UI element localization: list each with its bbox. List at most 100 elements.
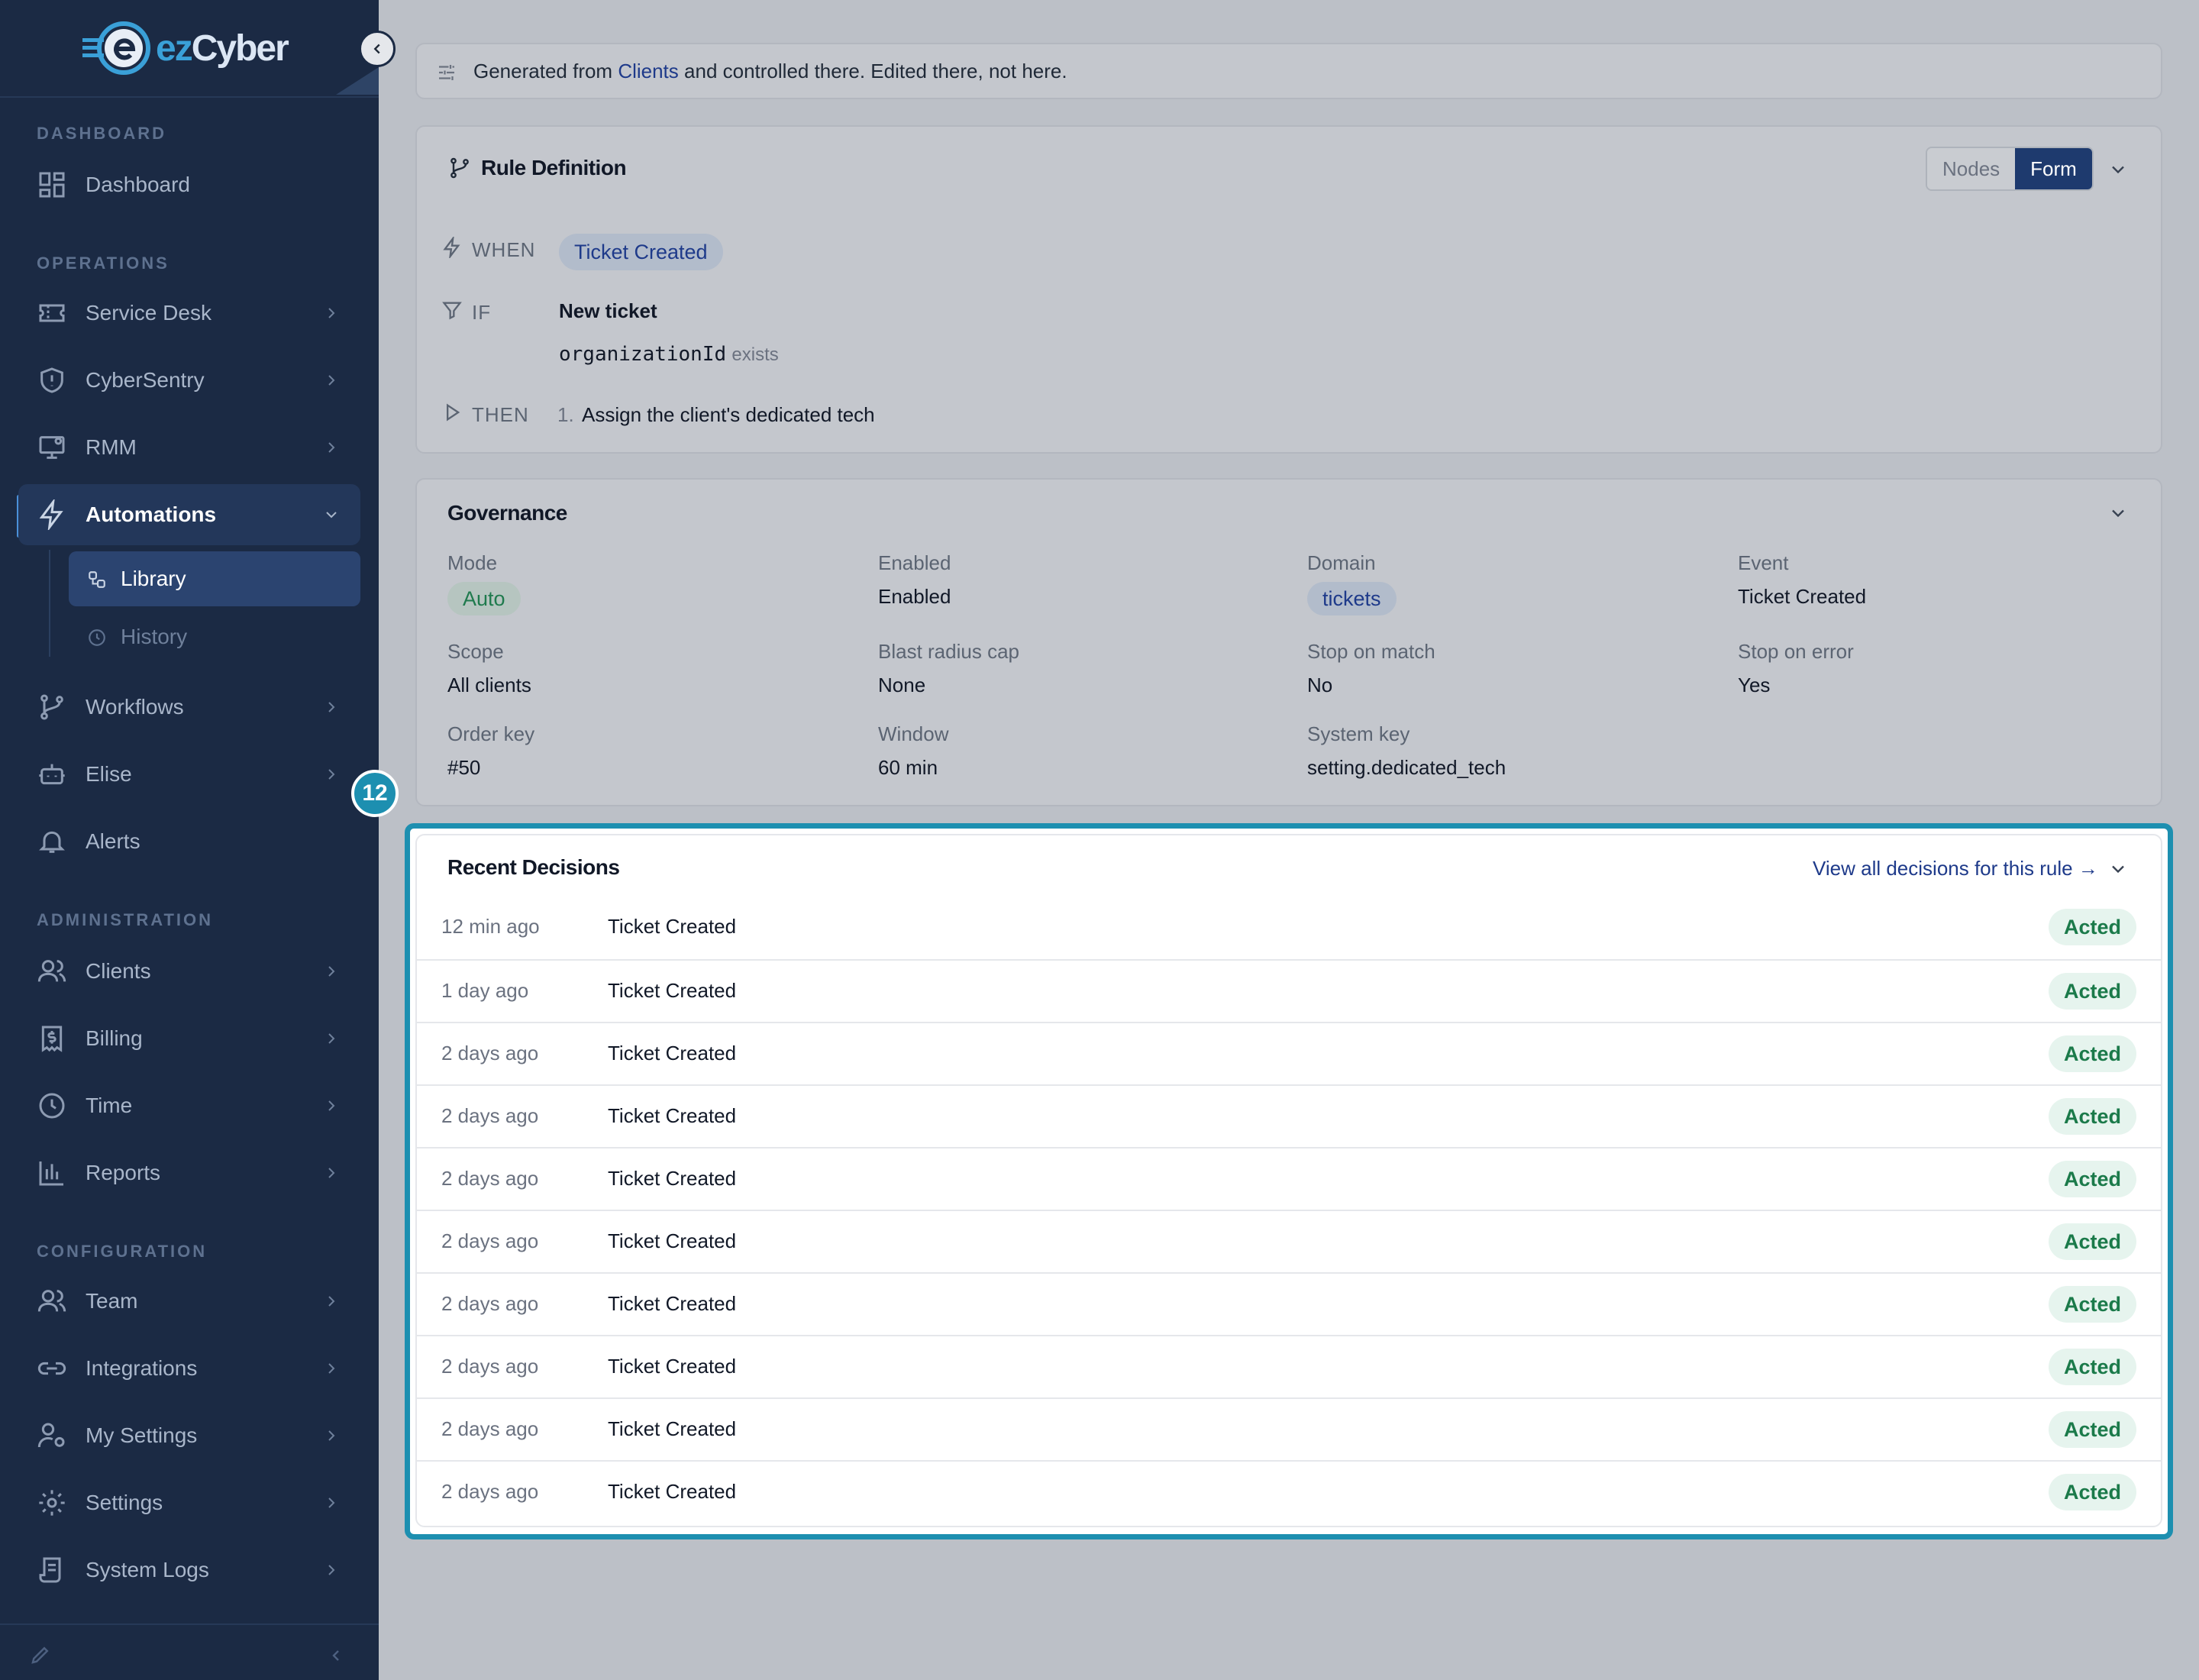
sidebar-item-billing[interactable]: Billing [18, 1008, 360, 1069]
sidebar-item-settings[interactable]: Settings [18, 1472, 360, 1533]
status-badge: Acted [2048, 1411, 2136, 1448]
bell-icon [39, 831, 65, 853]
decision-time: 2 days ago [441, 1355, 539, 1378]
users-icon [37, 960, 66, 982]
recent-decisions-card: Recent Decisions View all decisions for … [415, 834, 2162, 1527]
chevron-right-icon [328, 1168, 335, 1178]
sidebar-item-elise[interactable]: Elise [18, 744, 360, 805]
domain-label: Domain [1307, 551, 1376, 574]
brand-logo[interactable]: ezCyber [82, 18, 289, 78]
view-form-button[interactable]: Form [2015, 148, 2092, 189]
condition-field: organizationId [559, 343, 727, 366]
logo-area: ezCyber [0, 0, 379, 98]
decision-event: Ticket Created [608, 1292, 737, 1315]
decision-event: Ticket Created [608, 1042, 737, 1065]
decision-row[interactable]: 1 day ago Ticket Created Acted [417, 959, 2161, 1022]
sidebar-item-clients[interactable]: Clients [18, 941, 360, 1002]
sidebar-label: My Settings [86, 1423, 198, 1447]
decision-row[interactable]: 2 days ago Ticket Created Acted [417, 1335, 2161, 1397]
sidebar-item-reports[interactable]: Reports [18, 1142, 360, 1203]
clients-link[interactable]: Clients [618, 60, 678, 82]
gear-icon [39, 1490, 65, 1516]
status-badge: Acted [2048, 1223, 2136, 1260]
sidebar-item-automations[interactable]: Automations [18, 484, 360, 545]
decision-time: 2 days ago [441, 1480, 539, 1503]
event-value: Ticket Created [1738, 585, 1867, 608]
event-label: Event [1738, 551, 1789, 574]
decision-row[interactable]: 12 min ago Ticket Created Acted [417, 897, 2161, 959]
sidebar-item-my-settings[interactable]: My Settings [18, 1405, 360, 1466]
decision-row[interactable]: 2 days ago Ticket Created Acted [417, 1460, 2161, 1523]
sidebar-item-integrations[interactable]: Integrations [18, 1338, 360, 1399]
git-branch-icon [40, 694, 63, 720]
chevron-right-icon [328, 1296, 335, 1307]
view-all-decisions-link[interactable]: View all decisions for this rule → [1813, 857, 2098, 880]
status-badge: Acted [2048, 909, 2136, 945]
sidebar-subitem-history[interactable]: History [69, 609, 360, 664]
sidebar-label: Settings [86, 1491, 163, 1514]
chevron-down-icon[interactable] [2107, 159, 2129, 180]
sidebar-item-cybersentry[interactable]: CyberSentry [18, 350, 360, 411]
stop-on-match-value: No [1307, 674, 1333, 696]
decision-row[interactable]: 2 days ago Ticket Created Acted [417, 1147, 2161, 1210]
play-icon [447, 403, 460, 422]
decision-time: 2 days ago [441, 1229, 539, 1252]
sidebar-label: RMM [86, 435, 137, 459]
decision-row[interactable]: 2 days ago Ticket Created Acted [417, 1022, 2161, 1084]
sidebar-item-dashboard[interactable]: Dashboard [18, 154, 360, 215]
sidebar-label: Reports [86, 1161, 161, 1184]
decision-event: Ticket Created [608, 1417, 737, 1440]
chevron-right-icon [328, 1100, 335, 1111]
source-notice: Generated from Clients and controlled th… [415, 43, 2162, 99]
sidebar-label: System Logs [86, 1558, 209, 1581]
view-nodes-button[interactable]: Nodes [1927, 148, 2016, 189]
status-badge: Acted [2048, 1161, 2136, 1197]
sidebar-item-workflows[interactable]: Workflows [18, 677, 360, 738]
decision-row[interactable]: 2 days ago Ticket Created Acted [417, 1272, 2161, 1335]
sidebar-label: Service Desk [86, 301, 212, 325]
chevron-right-icon [328, 1033, 335, 1044]
git-branch-icon [450, 157, 469, 179]
rule-definition-title: Rule Definition [481, 156, 627, 179]
chevron-down-icon[interactable] [2107, 502, 2129, 524]
decision-row[interactable]: 2 days ago Ticket Created Acted [417, 1210, 2161, 1272]
chevron-right-icon [328, 1565, 335, 1575]
collapse-left-icon[interactable] [327, 1646, 345, 1665]
clock-icon [39, 1093, 65, 1119]
status-badge: Acted [2048, 973, 2136, 1010]
governance-title: Governance [447, 501, 567, 525]
pencil-icon[interactable] [29, 1643, 52, 1666]
sidebar-item-system-logs[interactable]: System Logs [18, 1539, 360, 1601]
dashboard-grid-icon [39, 172, 65, 198]
sidebar-item-service-desk[interactable]: Service Desk [18, 283, 360, 344]
sidebar-item-rmm[interactable]: RMM [18, 417, 360, 478]
users-icon [37, 1290, 66, 1312]
action-index: 1. [557, 403, 574, 426]
brand-name: ezCyber [156, 27, 289, 69]
decision-row[interactable]: 2 days ago Ticket Created Acted [417, 1397, 2161, 1460]
sidebar-item-alerts[interactable]: Alerts [18, 811, 360, 872]
chevron-down-icon[interactable] [2107, 858, 2129, 880]
link-icon [37, 1362, 66, 1375]
sidebar-label: Alerts [86, 829, 140, 853]
ticket-icon [39, 304, 65, 322]
enabled-label: Enabled [878, 551, 951, 574]
sidebar-item-time[interactable]: Time [18, 1075, 360, 1136]
rule-definition-card: Rule Definition Nodes Form WHEN Ticket C… [415, 125, 2162, 454]
decision-event: Ticket Created [608, 1229, 737, 1252]
decision-time: 1 day ago [441, 979, 529, 1002]
sidebar-item-team[interactable]: Team [18, 1271, 360, 1332]
decision-event: Ticket Created [608, 1480, 737, 1503]
decision-row[interactable]: 2 days ago Ticket Created Acted [417, 1084, 2161, 1147]
mode-chip: Auto [447, 582, 521, 615]
window-label: Window [878, 722, 949, 745]
sidebar-label: Elise [86, 762, 132, 786]
sidebar-subitem-library[interactable]: Library [69, 551, 360, 606]
decision-time: 2 days ago [441, 1104, 539, 1127]
library-nodes-icon [89, 571, 105, 588]
corner-notch [336, 67, 379, 95]
condition-operator: exists [731, 344, 779, 365]
domain-chip: tickets [1307, 582, 1397, 615]
sidebar-collapse-button[interactable] [359, 31, 396, 67]
scope-label: Scope [447, 640, 504, 663]
